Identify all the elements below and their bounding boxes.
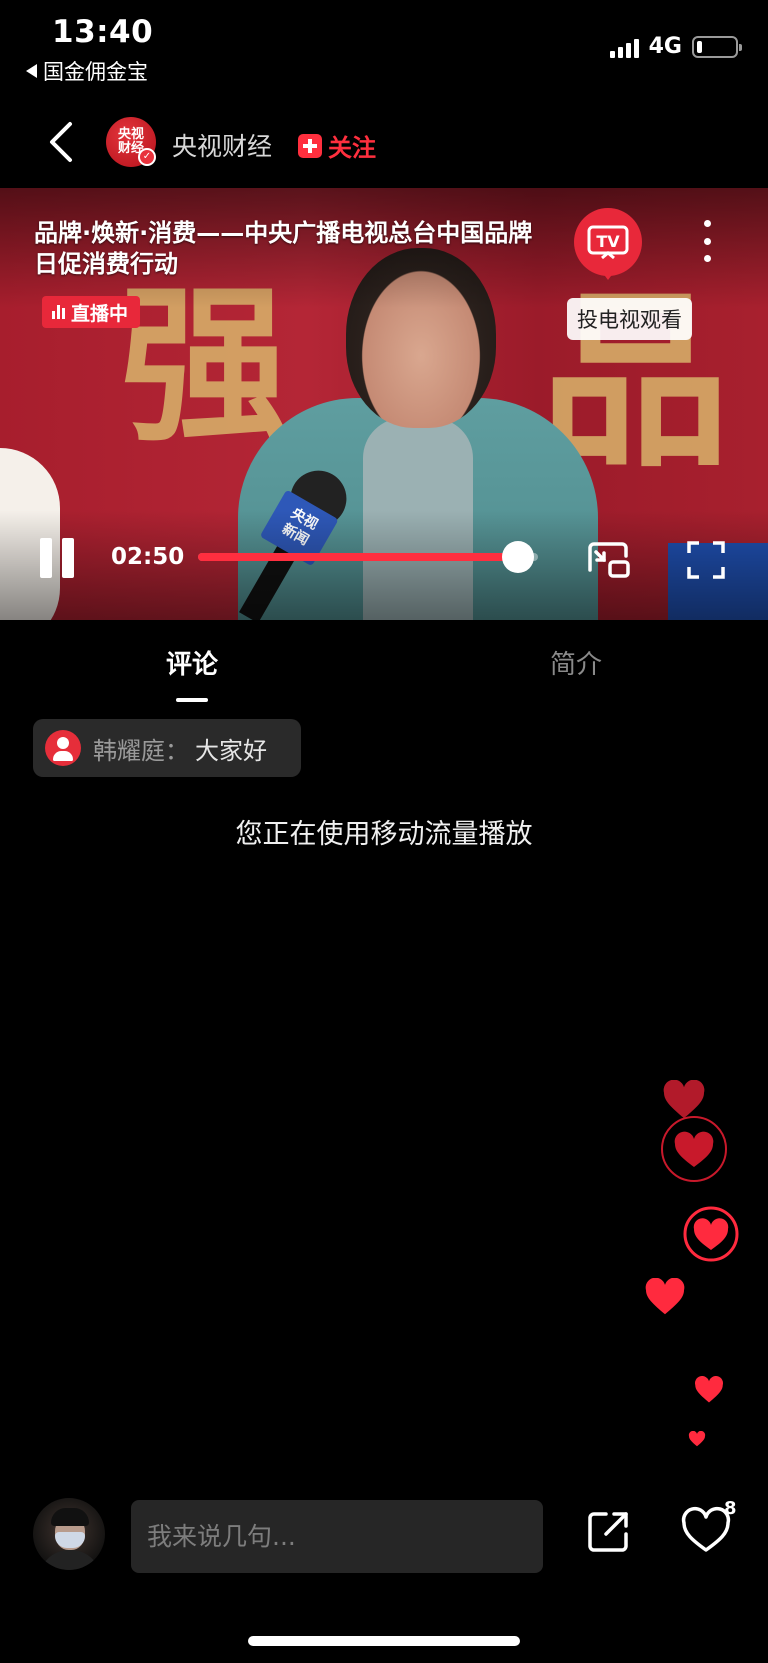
back-to-app-link[interactable]: 国金佣金宝	[26, 56, 148, 86]
follow-button[interactable]: 关注	[298, 128, 376, 163]
back-triangle-icon	[26, 64, 37, 78]
comment-text: 大家好	[195, 736, 267, 765]
channel-logo-text-top: 央视	[117, 127, 144, 142]
tab-intro[interactable]: 简介	[550, 644, 602, 681]
signal-icon	[609, 36, 639, 58]
floating-heart-icon	[695, 1376, 723, 1403]
cast-tv-button[interactable]: TV	[574, 208, 642, 280]
plus-icon	[298, 133, 322, 158]
user-avatar-icon	[45, 730, 81, 766]
home-indicator[interactable]	[248, 1636, 520, 1646]
current-time: 02:50	[111, 544, 185, 570]
tab-comments[interactable]: 评论	[166, 644, 218, 681]
share-icon[interactable]	[584, 1508, 632, 1556]
floating-heart-icon	[663, 1080, 705, 1119]
follow-label: 关注	[328, 134, 376, 162]
pause-button[interactable]	[40, 538, 80, 578]
battery-icon	[692, 35, 742, 58]
progress-bar[interactable]	[198, 541, 538, 573]
channel-name[interactable]: 央视财经	[172, 127, 272, 163]
pip-icon[interactable]	[584, 540, 632, 580]
video-title: 品牌·焕新·消费——中央广播电视总台中国品牌日促消费行动	[34, 219, 533, 278]
my-avatar[interactable]	[33, 1498, 105, 1570]
tv-icon: TV	[587, 225, 629, 260]
more-options-icon[interactable]	[700, 220, 714, 262]
live-label: 直播中	[71, 302, 129, 325]
cast-tv-label[interactable]: 投电视观看	[567, 298, 692, 340]
like-count: 8	[724, 1498, 737, 1519]
progress-knob[interactable]	[501, 541, 534, 573]
comment-input[interactable]	[131, 1500, 543, 1573]
tv-icon-text: TV	[596, 232, 620, 251]
floating-heart-icon	[661, 1116, 727, 1182]
network-type: 4G	[648, 34, 682, 59]
floating-heart-icon	[688, 1431, 706, 1447]
floating-heart-icon	[645, 1278, 685, 1315]
status-time: 13:40	[52, 14, 154, 50]
comment-item[interactable]: 韩耀庭： 大家好	[33, 719, 301, 777]
live-bars-icon	[52, 305, 65, 319]
back-app-name: 国金佣金宝	[43, 60, 148, 84]
status-indicators: 4G	[609, 34, 742, 59]
floating-heart-icon	[683, 1206, 739, 1262]
verified-badge-icon: ✓	[138, 148, 156, 166]
progress-fill	[198, 553, 518, 561]
back-chevron-icon[interactable]	[44, 120, 84, 164]
tab-active-indicator	[176, 698, 208, 702]
mobile-data-notice: 您正在使用移动流量播放	[235, 819, 533, 850]
fullscreen-icon[interactable]	[686, 540, 726, 580]
comment-user: 韩耀庭：	[93, 736, 189, 765]
live-badge: 直播中	[42, 296, 141, 328]
